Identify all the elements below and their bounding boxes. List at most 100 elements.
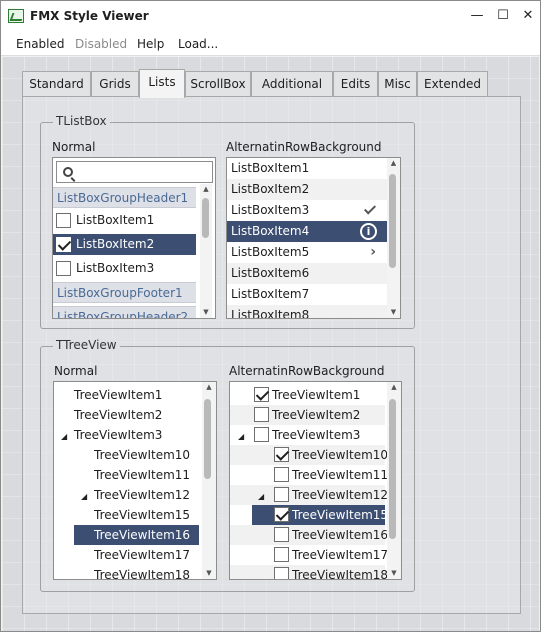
scroll-up-icon[interactable]: ▲ [387, 158, 400, 169]
listbox-normal-caption: Normal [52, 140, 96, 154]
listbox-alternating[interactable]: ListBoxItem1 ListBoxItem2 ListBoxItem3 L… [226, 157, 401, 319]
checkbox[interactable] [56, 213, 71, 228]
checkbox[interactable] [254, 387, 269, 402]
tree-item[interactable]: TreeViewItem17 [94, 545, 190, 565]
tree-item[interactable]: TreeViewItem2 [272, 405, 360, 425]
scroll-up-icon[interactable]: ▲ [200, 184, 212, 195]
menu-help[interactable]: Help [137, 37, 164, 51]
scrollbar[interactable]: ▲ ▼ [200, 184, 212, 318]
list-item-label: ListBoxItem1 [231, 161, 310, 175]
list-item[interactable]: ListBoxItem2 [227, 179, 387, 200]
menu-enabled[interactable]: Enabled [16, 37, 65, 51]
tab-scrollbox[interactable]: ScrollBox [185, 71, 251, 97]
expander-icon[interactable]: ◢ [81, 492, 87, 501]
expander-icon[interactable]: ◢ [258, 492, 264, 501]
list-item[interactable]: ListBoxItem3 [53, 258, 196, 279]
tab-standard[interactable]: Standard [22, 71, 91, 97]
menu-load[interactable]: Load... [178, 37, 218, 51]
list-item-label: ListBoxItem4 [231, 224, 310, 238]
tree-item[interactable]: TreeViewItem12 [94, 485, 190, 505]
scroll-down-icon[interactable]: ▼ [200, 307, 212, 318]
list-item-label: ListBoxItem2 [76, 237, 155, 251]
scroll-thumb[interactable] [389, 399, 396, 539]
list-item[interactable]: ListBoxItem8 [227, 305, 387, 319]
tree-item[interactable]: TreeViewItem1 [74, 385, 162, 405]
tab-misc[interactable]: Misc [378, 71, 417, 97]
checkbox[interactable] [274, 447, 289, 462]
tree-item[interactable]: TreeViewItem17 [292, 545, 388, 565]
treeview-normal[interactable]: TreeViewItem1 TreeViewItem2 ◢ TreeViewIt… [53, 381, 217, 580]
tree-item[interactable]: TreeViewItem11 [292, 465, 388, 485]
treeview-alternating[interactable]: TreeViewItem1 TreeViewItem2 ◢ TreeViewIt… [229, 381, 402, 580]
maximize-button[interactable]: ☐ [493, 7, 513, 25]
list-item-selected[interactable]: ListBoxItem4 i [227, 221, 387, 242]
tree-item-selected[interactable]: TreeViewItem16 [74, 525, 199, 545]
checkbox[interactable] [274, 547, 289, 562]
checkbox[interactable] [274, 527, 289, 542]
more-icon[interactable]: › [370, 242, 376, 263]
minimize-button[interactable]: — [467, 7, 487, 25]
list-item[interactable]: ListBoxItem5 › [227, 242, 387, 263]
listbox-group: TListBox Normal AlternatinRowBackground … [40, 114, 415, 329]
tree-item[interactable]: TreeViewItem15 [94, 505, 190, 525]
scroll-thumb[interactable] [204, 399, 211, 479]
checkbox[interactable] [274, 507, 289, 522]
checkbox[interactable] [56, 261, 71, 276]
tree-item[interactable]: TreeViewItem18 [94, 565, 190, 579]
scroll-up-icon[interactable]: ▲ [387, 382, 401, 393]
list-item[interactable]: ListBoxItem3 [227, 200, 387, 221]
list-item-label: ListBoxItem8 [231, 308, 310, 319]
tab-additional[interactable]: Additional [251, 71, 333, 97]
tab-lists[interactable]: Lists [139, 69, 185, 98]
tree-item[interactable]: TreeViewItem10 [94, 445, 190, 465]
tree-item[interactable]: TreeViewItem2 [74, 405, 162, 425]
tree-item[interactable]: TreeViewItem10 [292, 445, 388, 465]
scroll-down-icon[interactable]: ▼ [387, 307, 400, 318]
search-input[interactable] [56, 161, 213, 183]
list-item[interactable]: ListBoxItem6 [227, 263, 387, 284]
checkbox[interactable] [274, 467, 289, 482]
scrollbar[interactable]: ▲ ▼ [387, 158, 400, 318]
tree-item[interactable]: TreeViewItem16 [292, 525, 388, 545]
scroll-down-icon[interactable]: ▼ [202, 568, 216, 579]
list-item-label: ListBoxItem3 [76, 261, 155, 275]
window-title: FMX Style Viewer [30, 9, 149, 23]
tree-item[interactable]: TreeViewItem12 [292, 485, 388, 505]
tree-item[interactable]: TreeViewItem3 [74, 425, 162, 445]
list-item-selected[interactable]: ListBoxItem2 [53, 234, 196, 255]
expander-icon[interactable]: ◢ [238, 432, 244, 441]
list-item-label: ListBoxItem6 [231, 266, 310, 280]
list-item-label: ListBoxItem7 [231, 287, 310, 301]
scrollbar[interactable]: ▲ ▼ [202, 382, 216, 579]
checkmark-icon [363, 202, 377, 215]
checkbox[interactable] [274, 567, 289, 579]
expander-icon[interactable]: ◢ [61, 432, 67, 441]
list-item-label: ListBoxItem5 [231, 245, 310, 259]
list-item[interactable]: ListBoxItem7 [227, 284, 387, 305]
scroll-thumb[interactable] [202, 198, 209, 238]
checkbox[interactable] [56, 237, 71, 252]
tree-item[interactable]: TreeViewItem11 [94, 465, 190, 485]
scroll-down-icon[interactable]: ▼ [387, 568, 401, 579]
list-item[interactable]: ListBoxItem1 [53, 210, 196, 231]
tree-item[interactable]: TreeViewItem1 [272, 385, 360, 405]
tab-grids[interactable]: Grids [91, 71, 139, 97]
checkbox[interactable] [274, 487, 289, 502]
scrollbar[interactable]: ▲ ▼ [387, 382, 401, 579]
checkbox[interactable] [254, 407, 269, 422]
close-button[interactable]: ✕ [518, 7, 538, 25]
scroll-up-icon[interactable]: ▲ [202, 382, 216, 393]
tree-item[interactable]: TreeViewItem18 [292, 565, 388, 579]
info-icon[interactable]: i [360, 223, 377, 240]
list-item-label: ListBoxGroupHeader2 [57, 310, 189, 319]
list-item-label: ListBoxItem1 [76, 213, 155, 227]
tab-edits[interactable]: Edits [333, 71, 378, 97]
tab-extended[interactable]: Extended [417, 71, 488, 97]
list-item[interactable]: ListBoxItem1 [227, 158, 387, 179]
listbox-normal[interactable]: ListBoxGroupHeader1 ListBoxItem1 ListBox… [52, 157, 216, 319]
scroll-thumb[interactable] [389, 174, 396, 268]
menu-disabled[interactable]: Disabled [75, 37, 127, 51]
checkbox[interactable] [254, 427, 269, 442]
tree-item-selected[interactable]: TreeViewItem15 [292, 505, 388, 525]
tree-item[interactable]: TreeViewItem3 [272, 425, 360, 445]
